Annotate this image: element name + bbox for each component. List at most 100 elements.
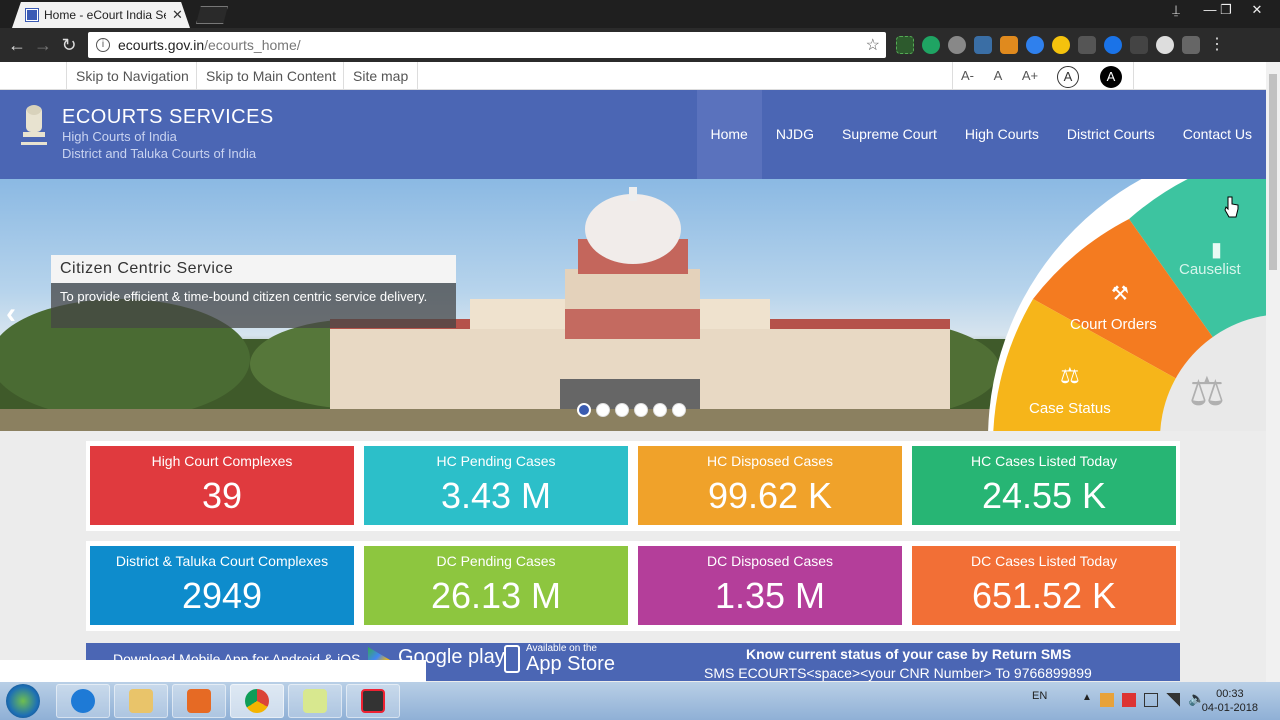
reload-icon[interactable]: ↻ (56, 35, 82, 56)
hero-carousel: Citizen Centric Service To provide effic… (0, 179, 1266, 431)
tab-close-icon[interactable]: ✕ (172, 7, 183, 23)
tab-title: Home - eCourt India Ser (44, 8, 166, 22)
system-tray: EN ▲ 🔈 00:33 04-01-2018 (1020, 682, 1280, 720)
stat-card[interactable]: High Court Complexes 39 (90, 446, 354, 525)
nav-contact-us[interactable]: Contact Us (1169, 90, 1266, 179)
taskbar-file-explorer[interactable] (114, 684, 168, 718)
extension-icon[interactable] (1182, 36, 1200, 54)
contrast-light-button[interactable]: A (1057, 66, 1079, 88)
taskbar-sticky-notes[interactable] (288, 684, 342, 718)
page-scrollbar[interactable] (1266, 62, 1280, 682)
stat-value: 26.13 M (430, 575, 562, 616)
font-normal-button[interactable]: A (984, 62, 1012, 90)
media-player-icon (187, 689, 211, 713)
maximize-button[interactable]: ❐ (1212, 2, 1240, 18)
national-emblem-logo[interactable] (17, 102, 51, 152)
scrollbar-thumb[interactable] (1269, 74, 1277, 270)
gavel-icon: ⚒ (1111, 283, 1129, 305)
nav-njdg[interactable]: NJDG (762, 90, 828, 179)
scales-icon: ⚖ (1060, 363, 1080, 388)
stat-card[interactable]: HC Disposed Cases 99.62 K (638, 446, 902, 525)
font-decrease-button[interactable]: A- (952, 62, 982, 90)
site-title[interactable]: ECOURTS SERVICES (62, 106, 274, 129)
skip-to-navigation-link[interactable]: Skip to Navigation (66, 62, 198, 90)
carousel-prev-icon[interactable]: ‹ (6, 297, 16, 331)
taskbar-screen-recorder[interactable] (346, 684, 400, 718)
extension-icon[interactable] (1104, 36, 1122, 54)
address-bar[interactable]: i ecourts.gov.in/ecourts_home/ ☆ (88, 32, 886, 58)
taskbar-internet-explorer[interactable] (56, 684, 110, 718)
nav-high-courts[interactable]: High Courts (951, 90, 1053, 179)
menu-icon[interactable]: ⋮ (1208, 36, 1226, 54)
stat-card[interactable]: HC Cases Listed Today 24.55 K (912, 446, 1176, 525)
contrast-dark-button[interactable]: A (1100, 66, 1122, 88)
extension-icon[interactable] (1078, 36, 1096, 54)
nav-home[interactable]: Home (696, 90, 762, 179)
divider (1133, 62, 1134, 90)
url-host: ecourts.gov.in (118, 37, 205, 53)
stat-card[interactable]: HC Pending Cases 3.43 M (364, 446, 628, 525)
wheel-court-orders[interactable]: Court Orders (1070, 316, 1157, 333)
taskbar-chrome[interactable] (230, 684, 284, 718)
forward-icon[interactable]: → (30, 35, 56, 56)
carousel-indicators (577, 403, 686, 417)
nav-district-courts[interactable]: District Courts (1053, 90, 1169, 179)
app-store-link[interactable]: App Store (526, 653, 615, 676)
carousel-dot-4[interactable] (634, 403, 648, 417)
font-increase-button[interactable]: A+ (1014, 62, 1046, 90)
new-tab-button[interactable] (196, 6, 228, 24)
sms-instructions: SMS ECOURTS<space><your CNR Number> To 9… (704, 665, 1092, 681)
power-icon[interactable] (1144, 693, 1158, 707)
extension-icon[interactable] (1000, 36, 1018, 54)
bookmark-star-icon[interactable]: ☆ (866, 35, 880, 55)
wheel-case-status[interactable]: Case Status (1029, 400, 1111, 417)
carousel-dot-2[interactable] (596, 403, 610, 417)
stat-card[interactable]: DC Cases Listed Today 651.52 K (912, 546, 1176, 625)
carousel-dot-3[interactable] (615, 403, 629, 417)
site-info-icon[interactable]: i (96, 38, 110, 52)
extension-icon[interactable] (1052, 36, 1070, 54)
network-icon[interactable] (1166, 693, 1180, 707)
grammarly-icon[interactable] (922, 36, 940, 54)
tray-app-icon[interactable] (1100, 693, 1114, 707)
user-icon[interactable]: ⍊ (1162, 2, 1190, 18)
extension-icon[interactable] (974, 36, 992, 54)
extension-icon[interactable] (896, 36, 914, 54)
start-button[interactable] (6, 684, 40, 718)
scales-icon: ⚖ (1189, 370, 1225, 414)
carousel-dot-6[interactable] (672, 403, 686, 417)
browser-tab-active[interactable]: Home - eCourt India Ser ✕ (12, 2, 190, 28)
favicon-icon (25, 8, 39, 22)
stat-label: DC Pending Cases (436, 553, 556, 569)
extension-icon[interactable] (1026, 36, 1044, 54)
stat-value: 39 (201, 475, 243, 516)
phone-icon (504, 645, 520, 673)
extension-icon[interactable] (1156, 36, 1174, 54)
carousel-dot-1[interactable] (577, 403, 591, 417)
nav-supreme-court[interactable]: Supreme Court (828, 90, 951, 179)
extensions-area: ⋮ (896, 36, 1226, 54)
language-indicator[interactable]: EN (1032, 690, 1047, 702)
clock[interactable]: 00:33 04-01-2018 (1202, 687, 1258, 715)
stat-value: 24.55 K (981, 475, 1107, 516)
extension-icon[interactable] (1130, 36, 1148, 54)
stat-card[interactable]: DC Disposed Cases 1.35 M (638, 546, 902, 625)
stat-value: 651.52 K (971, 575, 1117, 616)
tray-app-icon[interactable] (1122, 693, 1136, 707)
clock-time: 00:33 (1216, 688, 1244, 700)
browser-toolbar: ← → ↻ i ecourts.gov.in/ecourts_home/ ☆ ⋮ (0, 28, 1280, 62)
close-window-button[interactable]: ✕ (1243, 2, 1271, 18)
wheel-causelist[interactable]: Causelist (1179, 261, 1241, 278)
extension-icon[interactable] (948, 36, 966, 54)
sms-title: Know current status of your case by Retu… (746, 646, 1072, 662)
back-icon[interactable]: ← (4, 35, 30, 56)
stat-card[interactable]: DC Pending Cases 26.13 M (364, 546, 628, 625)
carousel-dot-5[interactable] (653, 403, 667, 417)
chrome-icon (245, 689, 269, 713)
skip-to-main-content-link[interactable]: Skip to Main Content (196, 62, 345, 90)
stat-card[interactable]: District & Taluka Court Complexes 2949 (90, 546, 354, 625)
show-hidden-icons-icon[interactable]: ▲ (1082, 692, 1092, 703)
stat-value: 99.62 K (707, 475, 833, 516)
sitemap-link[interactable]: Site map (343, 62, 419, 90)
taskbar-media-player[interactable] (172, 684, 226, 718)
